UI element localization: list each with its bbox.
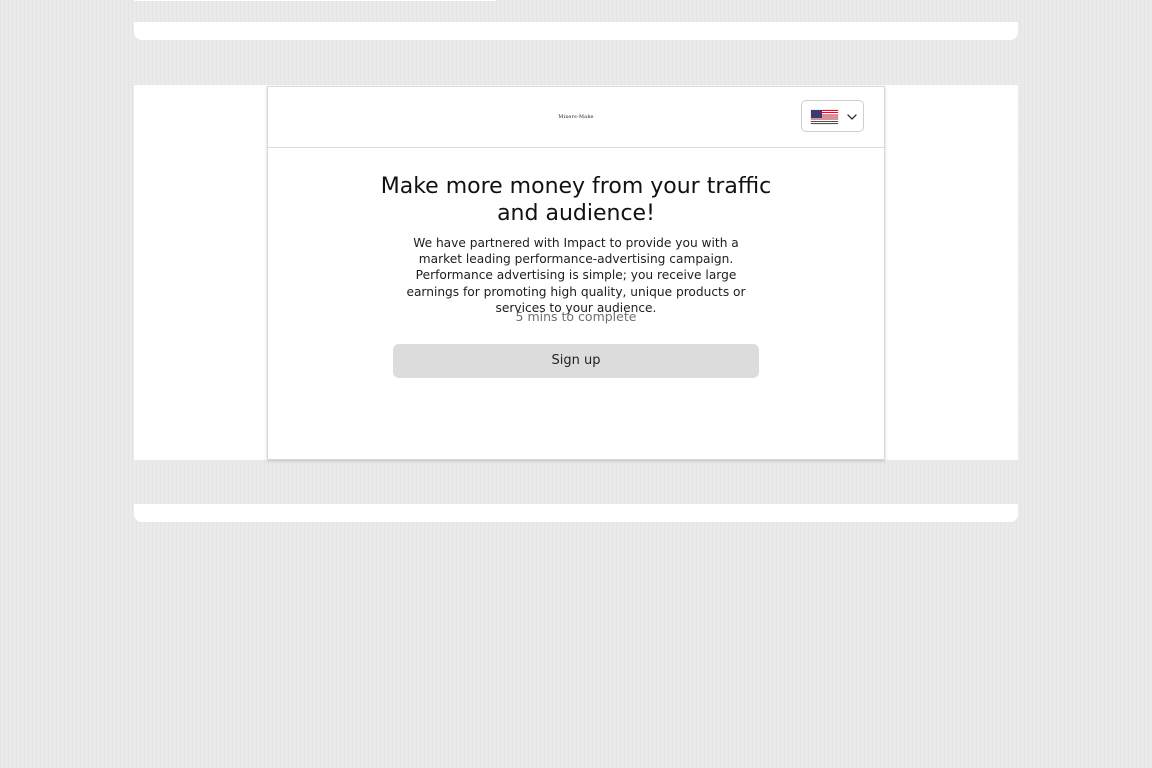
card-header: Mixers-Make	[268, 87, 884, 148]
duration-note: 5 mins to complete	[515, 309, 637, 324]
language-selector[interactable]	[801, 100, 864, 132]
chevron-down-icon	[847, 114, 857, 120]
top-divider	[134, 0, 496, 1]
brand-logo: Mixers-Make	[558, 114, 594, 120]
us-flag-icon	[811, 110, 838, 124]
flag-canton	[811, 110, 822, 118]
page-title: Make more money from your traffic and au…	[380, 174, 772, 226]
campaign-description: We have partnered with Impact to provide…	[406, 236, 746, 315]
bottom-placeholder-bar	[134, 504, 1018, 522]
sign-up-button[interactable]: Sign up	[393, 344, 759, 378]
top-placeholder-bar	[134, 22, 1018, 40]
signup-card: Mixers-Make Make more money from your tr…	[267, 86, 885, 460]
